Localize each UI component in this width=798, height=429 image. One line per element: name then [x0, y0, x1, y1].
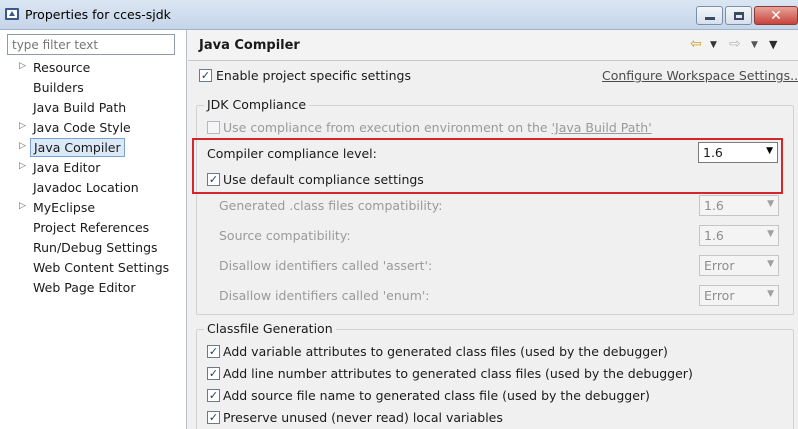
- chevron-down-icon: ▼: [767, 229, 774, 239]
- tree-item-label: Run/Debug Settings: [33, 240, 158, 255]
- configure-workspace-link[interactable]: Configure Workspace Settings...: [602, 68, 798, 83]
- tree-item-web-content-settings[interactable]: Web Content Settings: [0, 258, 186, 278]
- chevron-down-icon: ▼: [767, 289, 774, 299]
- tree-item-label: Java Build Path: [33, 100, 127, 115]
- minimize-button[interactable]: [696, 6, 723, 25]
- chevron-down-icon: ▼: [767, 259, 774, 269]
- tree-item-label: Java Compiler: [30, 138, 125, 157]
- source-file-name-checkbox[interactable]: ✓: [207, 389, 220, 402]
- source-file-name-label: Add source file name to generated class …: [223, 388, 650, 403]
- tree-item-builders[interactable]: Builders: [0, 78, 186, 98]
- back-arrow-icon[interactable]: ⇦: [690, 36, 702, 52]
- expand-arrow-icon[interactable]: ▷: [19, 161, 26, 171]
- enum-identifier-select[interactable]: Error ▼: [699, 285, 779, 306]
- property-page: Java Compiler ⇦ ▼ ⇨ ▼ ▼ ✓ Enable project…: [188, 30, 798, 429]
- generated-compat-label: Generated .class files compatibility:: [219, 198, 443, 213]
- jdk-compliance-title: JDK Compliance: [204, 97, 310, 112]
- chevron-down-icon: ▼: [767, 199, 774, 209]
- use-default-compliance-label: Use default compliance settings: [223, 172, 424, 187]
- tree-item-java-code-style[interactable]: ▷ Java Code Style: [0, 118, 186, 138]
- page-header: Java Compiler ⇦ ▼ ⇨ ▼ ▼: [188, 30, 798, 61]
- assert-identifier-select[interactable]: Error ▼: [699, 255, 779, 276]
- eclipse-app-icon: [5, 8, 19, 20]
- use-env-compliance-checkbox[interactable]: [207, 121, 220, 134]
- expand-arrow-icon[interactable]: ▷: [19, 61, 26, 71]
- assert-identifier-label: Disallow identifiers called 'assert':: [219, 258, 433, 273]
- preferences-sidebar: ▷ Resource Builders Java Build Path ▷ Ja…: [0, 30, 187, 429]
- tree-item-resource[interactable]: ▷ Resource: [0, 58, 186, 78]
- java-build-path-link[interactable]: 'Java Build Path': [552, 120, 652, 135]
- tree-item-label: Builders: [33, 80, 84, 95]
- variable-attributes-label: Add variable attributes to generated cla…: [223, 344, 668, 359]
- back-history-dropdown-icon[interactable]: ▼: [710, 40, 717, 50]
- tree-item-label: Project References: [33, 220, 150, 235]
- assert-identifier-value: Error: [704, 258, 735, 273]
- chevron-down-icon: ▼: [766, 146, 773, 156]
- generated-compat-select[interactable]: 1.6 ▼: [699, 195, 779, 216]
- close-button[interactable]: ✕: [754, 6, 798, 25]
- tree-item-myeclipse[interactable]: ▷ MyEclipse: [0, 198, 186, 218]
- maximize-button[interactable]: [725, 6, 752, 25]
- preserve-unused-locals-label: Preserve unused (never read) local varia…: [223, 410, 503, 425]
- tree-item-run-debug-settings[interactable]: Run/Debug Settings: [0, 238, 186, 258]
- tree-item-java-build-path[interactable]: Java Build Path: [0, 98, 186, 118]
- filter-input[interactable]: [7, 34, 175, 55]
- tree-item-java-editor[interactable]: ▷ Java Editor: [0, 158, 186, 178]
- enum-identifier-value: Error: [704, 288, 735, 303]
- preferences-tree: ▷ Resource Builders Java Build Path ▷ Ja…: [0, 58, 186, 298]
- tree-item-label: Javadoc Location: [33, 180, 139, 195]
- preserve-unused-locals-checkbox[interactable]: ✓: [207, 411, 220, 424]
- source-compat-value: 1.6: [704, 228, 724, 243]
- tree-item-java-compiler[interactable]: ▷ Java Compiler: [0, 138, 186, 158]
- generated-compat-value: 1.6: [704, 198, 724, 213]
- window-titlebar[interactable]: Properties for cces-sjdk ✕: [0, 0, 798, 30]
- use-env-compliance-label: Use compliance from execution environmen…: [223, 120, 652, 135]
- view-menu-icon[interactable]: ▼: [769, 38, 777, 51]
- compliance-level-value: 1.6: [703, 145, 723, 160]
- compliance-level-label: Compiler compliance level:: [207, 146, 377, 161]
- classfile-generation-title: Classfile Generation: [204, 321, 336, 336]
- expand-arrow-icon[interactable]: ▷: [19, 201, 26, 211]
- line-number-attributes-label: Add line number attributes to generated …: [223, 366, 693, 381]
- compliance-level-select[interactable]: 1.6 ▼: [698, 142, 778, 163]
- enable-project-settings-label: Enable project specific settings: [216, 68, 411, 83]
- tree-item-web-page-editor[interactable]: Web Page Editor: [0, 278, 186, 298]
- tree-item-label: Web Content Settings: [33, 260, 170, 275]
- tree-item-label: MyEclipse: [33, 200, 96, 215]
- expand-arrow-icon[interactable]: ▷: [19, 141, 26, 151]
- source-compat-select[interactable]: 1.6 ▼: [699, 225, 779, 246]
- enable-project-settings-checkbox[interactable]: ✓: [199, 69, 212, 82]
- enum-identifier-label: Disallow identifiers called 'enum':: [219, 288, 430, 303]
- maximize-icon: [733, 11, 744, 20]
- tree-item-project-references[interactable]: Project References: [0, 218, 186, 238]
- forward-arrow-icon[interactable]: ⇨: [729, 36, 741, 52]
- source-compat-label: Source compatibility:: [219, 228, 351, 243]
- tree-item-label: Java Editor: [33, 160, 101, 175]
- expand-arrow-icon[interactable]: ▷: [19, 121, 26, 131]
- forward-history-dropdown-icon[interactable]: ▼: [751, 40, 758, 50]
- variable-attributes-checkbox[interactable]: ✓: [207, 345, 220, 358]
- close-icon: ✕: [770, 7, 782, 24]
- minimize-icon: [704, 17, 715, 20]
- use-env-compliance-text: Use compliance from execution environmen…: [223, 120, 552, 135]
- use-default-compliance-checkbox[interactable]: ✓: [207, 173, 220, 186]
- window-title: Properties for cces-sjdk: [25, 7, 171, 22]
- tree-item-label: Java Code Style: [33, 120, 131, 135]
- tree-item-label: Web Page Editor: [33, 280, 136, 295]
- page-title: Java Compiler: [199, 38, 300, 53]
- tree-item-label: Resource: [33, 60, 91, 75]
- tree-item-javadoc-location[interactable]: Javadoc Location: [0, 178, 186, 198]
- line-number-attributes-checkbox[interactable]: ✓: [207, 367, 220, 380]
